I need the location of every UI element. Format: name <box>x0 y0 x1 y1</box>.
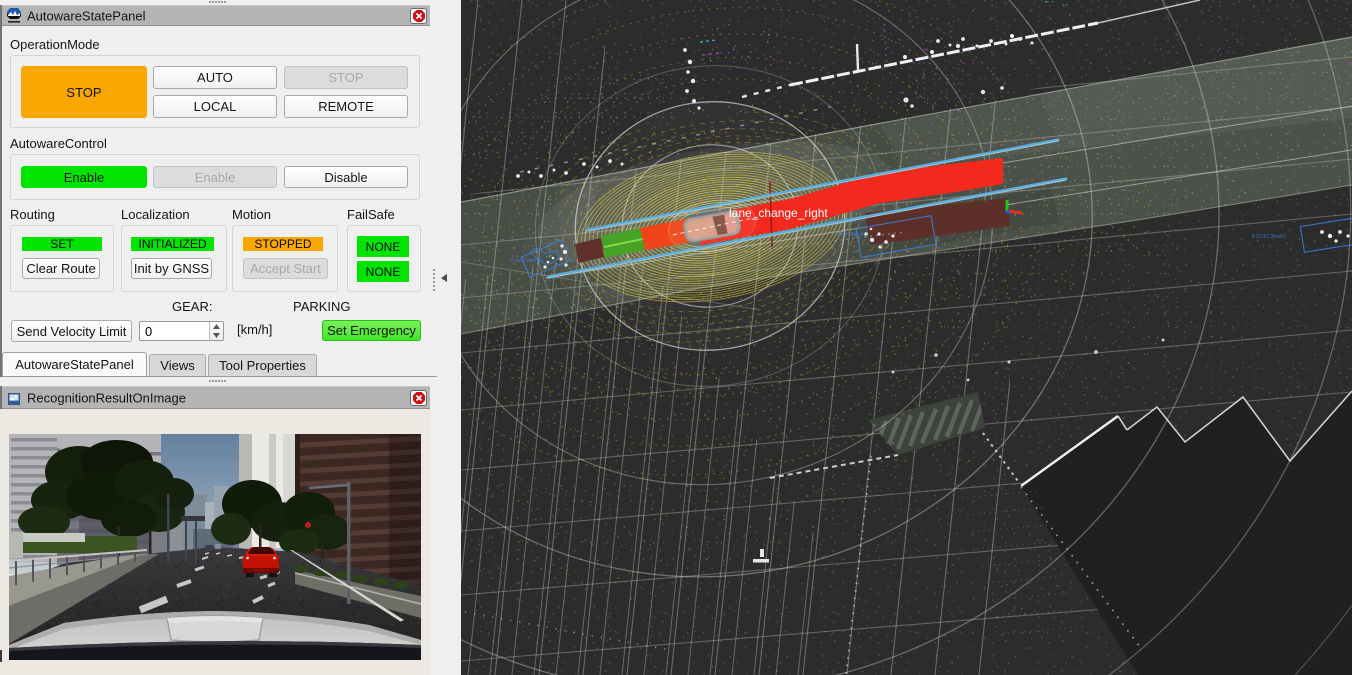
svg-text:0 (0.0/7.2km/h): 0 (0.0/7.2km/h) <box>833 232 867 238</box>
svg-text:0 (0.0/7.2km/h): 0 (0.0/7.2km/h) <box>1252 234 1286 240</box>
svg-text:lane_change_right: lane_change_right <box>729 206 828 220</box>
svg-text:0 (0.0/7.2km/h): 0 (0.0/7.2km/h) <box>510 258 544 264</box>
